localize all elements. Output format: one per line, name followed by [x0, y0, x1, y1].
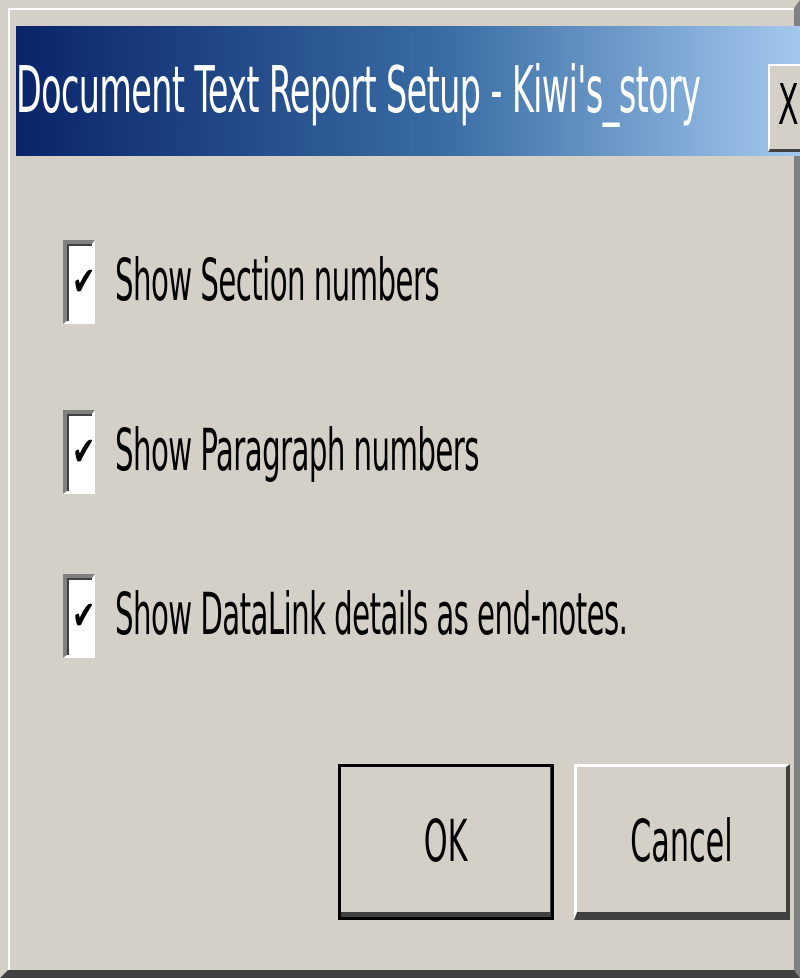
paragraph-numbers-checkbox[interactable]: ✔ [63, 410, 95, 494]
ok-button[interactable]: OK [338, 764, 554, 920]
option-show-paragraph-numbers[interactable]: ✔ Show Paragraph numbers [63, 410, 763, 500]
datalink-endnotes-label: Show DataLink details as end-notes. [115, 580, 628, 648]
paragraph-numbers-label: Show Paragraph numbers [115, 416, 479, 484]
close-button[interactable]: X [768, 64, 800, 152]
cancel-button[interactable]: Cancel [574, 764, 790, 920]
option-show-section-numbers[interactable]: ✔ Show Section numbers [63, 240, 763, 330]
ok-button-label: OK [423, 807, 468, 875]
option-show-datalink-endnotes[interactable]: ✔ Show DataLink details as end-notes. [63, 574, 763, 664]
cancel-button-label: Cancel [630, 807, 733, 875]
section-numbers-label: Show Section numbers [115, 246, 440, 314]
check-icon: ✔ [72, 429, 95, 475]
title-bar[interactable]: Document Text Report Setup - Kiwi's_stor… [16, 26, 800, 156]
dialog-title: Document Text Report Setup - Kiwi's_stor… [16, 54, 701, 128]
report-setup-dialog: Document Text Report Setup - Kiwi's_stor… [0, 0, 800, 978]
datalink-endnotes-checkbox[interactable]: ✔ [63, 574, 95, 658]
section-numbers-checkbox[interactable]: ✔ [63, 240, 95, 324]
check-icon: ✔ [72, 593, 95, 639]
close-icon: X [778, 73, 799, 138]
check-icon: ✔ [72, 259, 95, 305]
